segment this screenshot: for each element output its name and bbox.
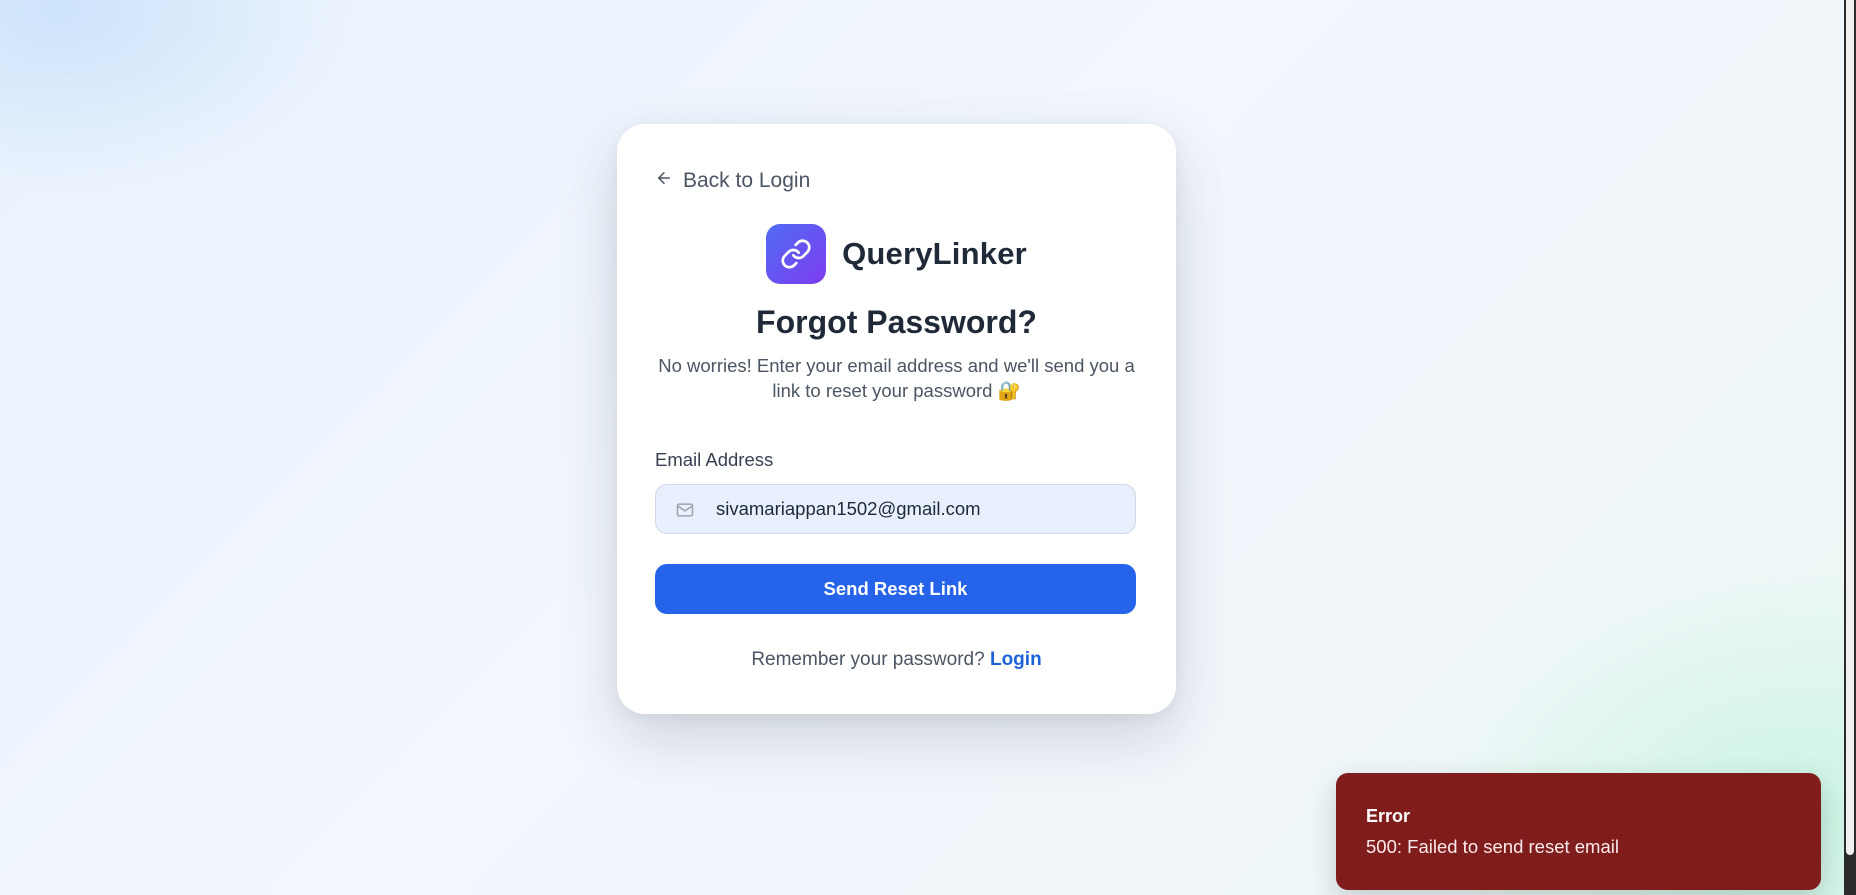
toast-message: 500: Failed to send reset email	[1366, 836, 1619, 857]
page-title: Forgot Password?	[756, 304, 1037, 340]
back-to-login-link[interactable]: Back to Login	[655, 166, 810, 196]
brand-name: QueryLinker	[842, 236, 1027, 271]
login-prompt-text: Remember your password?	[751, 649, 990, 670]
forgot-password-card: Back to Login QueryLinker Forgot Passwor…	[617, 124, 1176, 714]
email-label: Email Address	[655, 449, 774, 470]
toast-title: Error	[1366, 806, 1411, 826]
login-prompt: Remember your password? Login	[617, 649, 1176, 671]
login-link[interactable]: Login	[990, 649, 1042, 670]
link-icon	[766, 224, 827, 284]
error-toast[interactable]: Error 500: Failed to send reset email	[1336, 773, 1821, 890]
email-field[interactable]	[655, 484, 1136, 534]
page-subtitle: No worries! Enter your email address and…	[658, 355, 1135, 401]
email-input[interactable]	[716, 485, 1126, 533]
back-to-login-label: Back to Login	[683, 169, 811, 192]
arrow-left-icon	[655, 169, 673, 193]
scrollbar-thumb[interactable]	[1846, 0, 1854, 855]
scrollbar[interactable]	[1844, 0, 1856, 895]
send-reset-link-button[interactable]: Send Reset Link	[655, 564, 1136, 614]
brand: QueryLinker	[617, 224, 1176, 284]
